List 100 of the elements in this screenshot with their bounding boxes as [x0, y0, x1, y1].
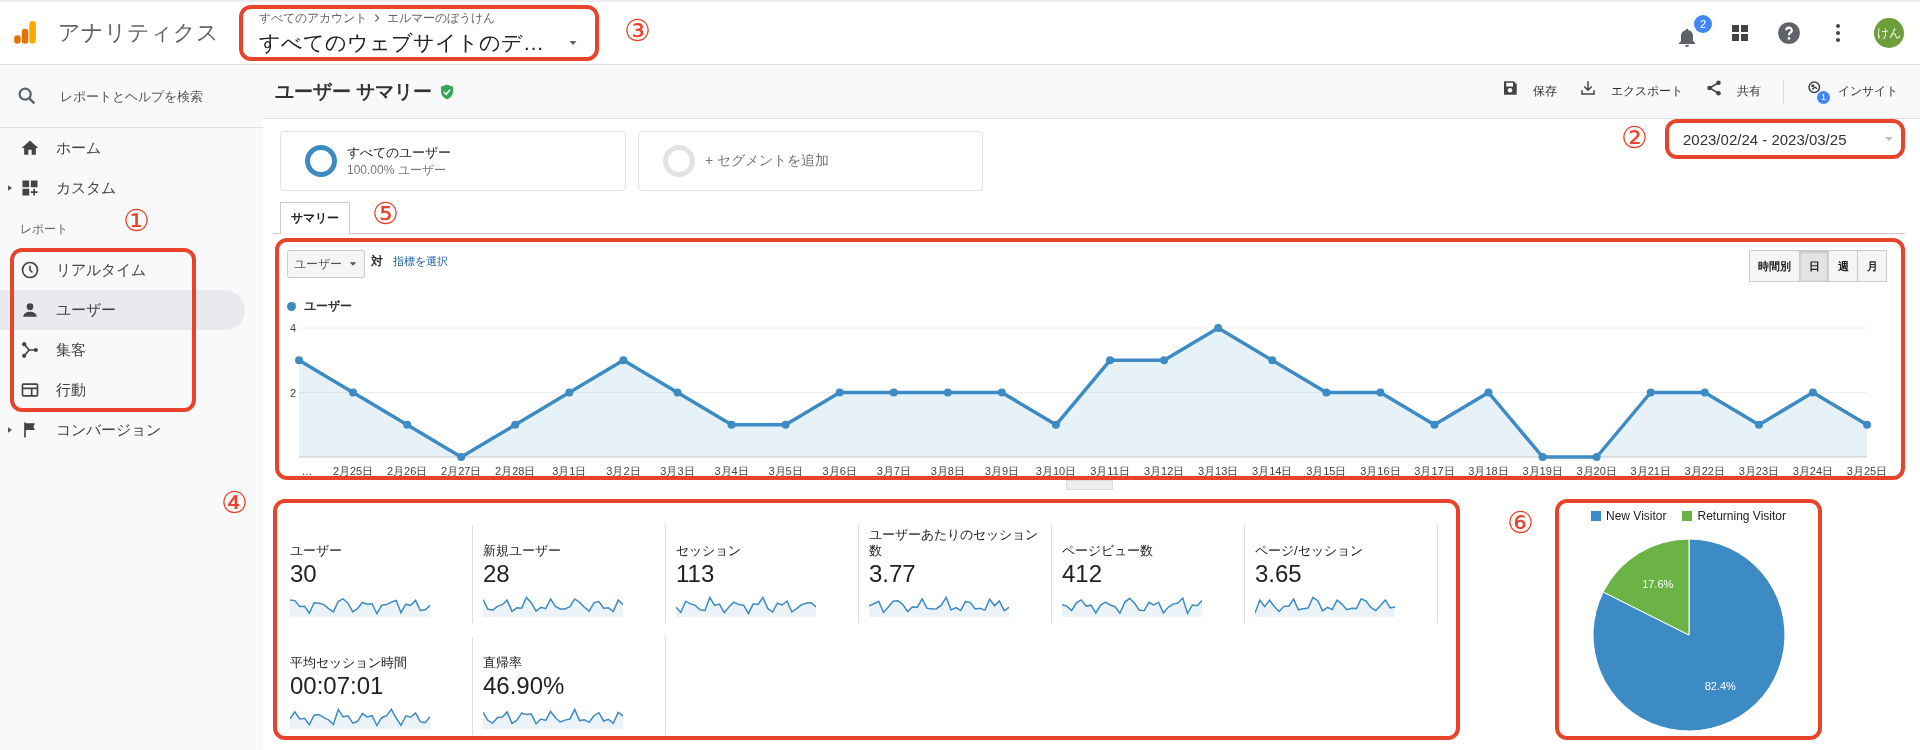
- toolbar-button[interactable]: 共有: [1705, 76, 1761, 107]
- callout-number: ①: [123, 205, 150, 237]
- home-icon: [20, 138, 40, 158]
- count-badge: 1: [1817, 91, 1830, 104]
- data-point: [1538, 453, 1547, 461]
- tab[interactable]: サマリー: [280, 202, 350, 234]
- axis-label: 3月24日: [1792, 465, 1834, 477]
- data-point: [295, 356, 303, 365]
- callout-number: ②: [1621, 122, 1648, 154]
- branch-icon: [20, 340, 40, 360]
- segment-card[interactable]: すべてのユーザー 100.00% ユーザー: [280, 131, 626, 191]
- axis-label: 2月27日: [441, 465, 482, 477]
- add-segment-card[interactable]: + セグメントを追加: [638, 131, 983, 191]
- axis-label: 3月25日: [1846, 465, 1887, 477]
- person-icon: [20, 300, 40, 320]
- notifications-button[interactable]: 2: [1674, 15, 1712, 51]
- data-point: [619, 356, 628, 365]
- data-point: [1214, 324, 1223, 332]
- nav-item[interactable]: 集客: [0, 330, 245, 370]
- data-point: [403, 420, 412, 429]
- legend-label: New Visitor: [1606, 509, 1667, 523]
- save-icon: [1501, 79, 1519, 97]
- data-point: [1700, 388, 1709, 397]
- expand-arrow-icon: [6, 183, 14, 193]
- help-icon[interactable]: [1776, 20, 1802, 46]
- axis-label: …: [301, 465, 313, 477]
- data-point: [1268, 356, 1277, 365]
- data-point: [1322, 388, 1331, 397]
- metric-label: セッション: [676, 543, 741, 559]
- slice-label: 17.6%: [1641, 578, 1673, 591]
- granularity-button[interactable]: 時間別: [1749, 250, 1800, 282]
- search-field[interactable]: レポートとヘルプを検索: [16, 85, 246, 107]
- nav-item[interactable]: カスタム: [0, 168, 245, 208]
- data-point: [673, 388, 682, 397]
- axis-label: 2月25日: [332, 465, 374, 477]
- axis-label: 3月21日: [1630, 465, 1671, 477]
- data-point: [511, 420, 520, 429]
- data-point: [1484, 388, 1493, 397]
- nav-item[interactable]: コンバージョン: [0, 410, 245, 450]
- axis-label: 3月5日: [768, 465, 803, 477]
- data-point: [997, 388, 1006, 397]
- toolbar-button[interactable]: 1 インサイト: [1806, 76, 1898, 107]
- metric-value: 3.77: [869, 559, 917, 589]
- data-point: [1646, 388, 1655, 397]
- axis-label: 3月1日: [552, 465, 587, 477]
- segment-title: すべてのユーザー: [347, 143, 451, 162]
- data-point: [1754, 420, 1763, 429]
- metric-dropdown[interactable]: ユーザー: [287, 250, 365, 278]
- notification-badge: 2: [1694, 15, 1712, 33]
- axis-label: 3月7日: [876, 465, 911, 477]
- data-point: [943, 388, 952, 397]
- data-point: [835, 388, 844, 397]
- axis-label: 3月20日: [1576, 465, 1617, 477]
- callout-number: ⑤: [372, 198, 399, 230]
- download-icon: [1579, 79, 1597, 97]
- data-point: [1106, 356, 1115, 365]
- metric-label: ユーザー: [290, 543, 342, 559]
- axis-label: 3月3日: [660, 465, 695, 477]
- callout-number: ③: [624, 15, 651, 47]
- metric-value: 28: [483, 559, 511, 589]
- nav-item[interactable]: ホーム: [0, 128, 245, 168]
- axis-label: 3月11日: [1090, 465, 1130, 477]
- data-point: [1376, 388, 1385, 397]
- legend-label: Returning Visitor: [1697, 509, 1786, 523]
- share-icon: [1705, 79, 1723, 97]
- dashboard-icon: [20, 178, 40, 198]
- axis-label: 3月18日: [1468, 465, 1509, 477]
- metric-value: 113: [676, 559, 716, 589]
- nav-item[interactable]: リアルタイム: [0, 250, 245, 290]
- data-point: [889, 388, 898, 397]
- chevron-icon: [372, 13, 382, 23]
- date-range-picker[interactable]: 2023/02/24 - 2023/03/25: [1665, 119, 1905, 159]
- nav-item[interactable]: ユーザー: [0, 290, 245, 330]
- account-selector[interactable]: すべてのアカウント エルマーのぼうけん すべてのウェブサイトのデ…: [239, 5, 599, 61]
- callout-number: ⑥: [1507, 507, 1534, 539]
- data-point: [1592, 453, 1601, 461]
- axis-label: 3月12日: [1143, 465, 1185, 477]
- slice-label: 82.4%: [1704, 679, 1736, 692]
- granularity-button[interactable]: 月: [1857, 250, 1887, 282]
- toolbar-button[interactable]: 保存: [1501, 76, 1557, 107]
- nav-item[interactable]: 行動: [0, 370, 245, 410]
- data-point: [1051, 420, 1060, 429]
- granularity-button[interactable]: 日: [1799, 250, 1829, 282]
- toolbar-button[interactable]: エクスポート: [1579, 76, 1683, 107]
- resize-handle[interactable]: [1065, 480, 1113, 490]
- data-point: [1160, 356, 1169, 365]
- metric-label: ユーザーあたりのセッション数: [869, 527, 1039, 559]
- metric-value: 46.90%: [483, 671, 566, 701]
- granularity-button[interactable]: 週: [1828, 250, 1858, 282]
- metric-label: 新規ユーザー: [483, 543, 561, 559]
- axis-label: 3月10日: [1035, 465, 1077, 477]
- select-metric-link[interactable]: 指標を選択: [393, 254, 448, 269]
- versus-label: 対: [371, 253, 383, 270]
- metric-value: 412: [1062, 559, 1104, 589]
- segment-ring: [663, 145, 695, 177]
- window-icon: [20, 380, 40, 400]
- data-point: [1430, 420, 1439, 429]
- metric-label: ページ/セッション: [1255, 543, 1363, 559]
- metric-value: 30: [290, 559, 318, 589]
- clock-icon: [20, 260, 40, 280]
